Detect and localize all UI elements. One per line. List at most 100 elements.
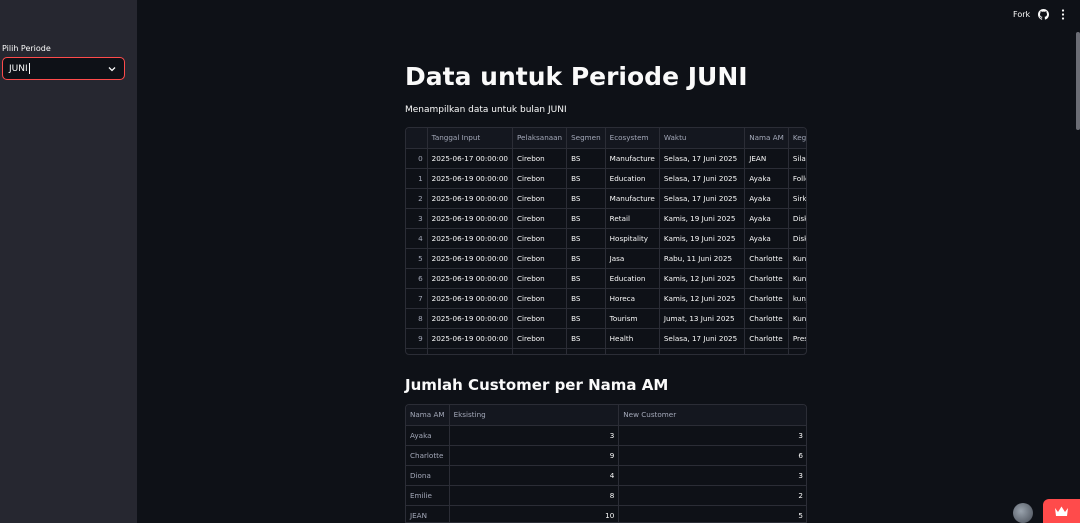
- table-cell: [406, 348, 428, 354]
- table-row[interactable]: 3 2025-06-19 00:00:00 Cirebon BS Retail Kamis…: [406, 208, 806, 229]
- chevron-down-icon: [108, 67, 116, 72]
- table-row[interactable]: 9 2025-06-19 00:00:00 Cirebon BS Health Selas…: [406, 328, 806, 349]
- table-row[interactable]: 1 2025-06-19 00:00:00 Cirebon BS Education Se…: [406, 168, 806, 189]
- count-cell: 8: [449, 485, 620, 506]
- customer-per-am-table[interactable]: Nama AM Eksisting New Customer Ayaka 3 3 Char…: [405, 404, 807, 523]
- column-header[interactable]: Ecosystem: [605, 128, 660, 149]
- table-cell: Presen: [788, 328, 806, 349]
- table-row[interactable]: Diona 4 3: [406, 465, 806, 486]
- text-cursor: [28, 63, 30, 74]
- column-header[interactable]: Tanggal Input: [427, 128, 513, 149]
- am-name-cell: JEAN: [406, 505, 450, 522]
- fork-button[interactable]: Fork: [1013, 10, 1030, 19]
- table-cell: BS: [566, 328, 606, 349]
- table-cell: Selasa, 17 Juni 2025: [659, 188, 746, 209]
- table-cell: Charlotte: [744, 328, 789, 349]
- table-header-row: Nama AM Eksisting New Customer: [406, 405, 806, 426]
- count-cell: 6: [618, 445, 806, 466]
- table-cell: Kamis, 12 Juni 2025: [659, 268, 746, 289]
- table-row[interactable]: 4 2025-06-19 00:00:00 Cirebon BS Hospitality…: [406, 228, 806, 249]
- table-cell: Manufacture: [605, 148, 660, 169]
- table-row[interactable]: 5 2025-06-19 00:00:00 Cirebon BS Jasa Rabu, 1…: [406, 248, 806, 269]
- column-header[interactable]: [406, 128, 428, 149]
- column-header[interactable]: Waktu: [659, 128, 746, 149]
- table-row[interactable]: Emilie 8 2: [406, 485, 806, 506]
- table-cell: Cirebon: [512, 148, 568, 169]
- table-cell: 2025-06-19 00:00:00: [427, 248, 513, 269]
- table-cell: Cirebon: [512, 288, 568, 309]
- column-header[interactable]: Eksisting: [449, 405, 620, 426]
- table-row[interactable]: Charlotte 9 6: [406, 445, 806, 466]
- crown-icon: [1055, 506, 1068, 516]
- table-cell: Kamis, 19 Juni 2025: [659, 208, 746, 229]
- table-cell: Horeca: [605, 288, 660, 309]
- github-icon[interactable]: [1038, 9, 1049, 20]
- table-cell: 2025-06-19 00:00:00: [427, 168, 513, 189]
- kebab-menu-icon[interactable]: [1058, 9, 1068, 20]
- table-cell: Follow: [788, 168, 806, 189]
- table-cell: Cirebon: [512, 168, 568, 189]
- row-index: 9: [406, 328, 428, 349]
- sidebar: Pilih Periode JUNI: [0, 0, 137, 523]
- table-cell: Diskusi: [788, 208, 806, 229]
- streamlit-badge[interactable]: [1043, 499, 1080, 523]
- scrollbar[interactable]: [1076, 32, 1080, 130]
- table-cell: Sirkulir: [788, 188, 806, 209]
- table-cell: Cirebon: [512, 328, 568, 349]
- table-cell: [788, 348, 806, 354]
- table-cell: Rabu, 11 Juni 2025: [659, 248, 746, 269]
- column-header[interactable]: New Customer: [618, 405, 806, 426]
- table-cell: Kunjun: [788, 308, 806, 329]
- table-cell: Cirebon: [512, 268, 568, 289]
- table-cell: Selasa, 17 Juni 2025: [659, 148, 746, 169]
- table-cell: Charlotte: [744, 288, 789, 309]
- data-table[interactable]: Tanggal Input Pelaksanaan Segmen Ecosystem W…: [405, 127, 807, 355]
- column-header[interactable]: Kegiata: [788, 128, 806, 149]
- count-cell: 3: [618, 425, 806, 446]
- column-header[interactable]: Nama AM: [406, 405, 450, 426]
- count-cell: 10: [449, 505, 620, 522]
- table-cell: BS: [566, 148, 606, 169]
- table-cell: Ayaka: [744, 208, 789, 229]
- table-cell: Selasa, 17 Juni 2025: [659, 168, 746, 189]
- table-row[interactable]: Ayaka 3 3: [406, 425, 806, 446]
- table-cell: JEAN: [744, 148, 789, 169]
- table-cell: Cirebon: [512, 208, 568, 229]
- table-header-row: Tanggal Input Pelaksanaan Segmen Ecosystem W…: [406, 128, 806, 149]
- table-cell: Charlotte: [744, 248, 789, 269]
- column-header[interactable]: Segmen: [566, 128, 606, 149]
- table-row[interactable]: 8 2025-06-19 00:00:00 Cirebon BS Tourism Juma…: [406, 308, 806, 329]
- table-cell: BS: [566, 248, 606, 269]
- count-cell: 5: [618, 505, 806, 522]
- period-select-value: JUNI: [9, 63, 28, 74]
- table-cell: Kamis, 12 Juni 2025: [659, 288, 746, 309]
- column-header[interactable]: Pelaksanaan: [512, 128, 568, 149]
- table-cell: 2025-06-19 00:00:00: [427, 188, 513, 209]
- avatar[interactable]: [1013, 503, 1033, 523]
- row-index: 2: [406, 188, 428, 209]
- column-header[interactable]: Nama AM: [744, 128, 789, 149]
- am-name-cell: Charlotte: [406, 445, 450, 466]
- table-row[interactable]: 0 2025-06-17 00:00:00 Cirebon BS Manufacture…: [406, 148, 806, 169]
- table-row[interactable]: 6 2025-06-19 00:00:00 Cirebon BS Education Ka…: [406, 268, 806, 289]
- period-select[interactable]: JUNI: [2, 57, 125, 80]
- table-cell: 2025-06-19 00:00:00: [427, 268, 513, 289]
- count-cell: 3: [618, 465, 806, 486]
- table-row[interactable]: 2 2025-06-19 00:00:00 Cirebon BS Manufacture…: [406, 188, 806, 209]
- table-cell: [427, 348, 513, 354]
- table-cell: Cirebon: [512, 308, 568, 329]
- table-cell: [605, 348, 660, 354]
- table-cell: Selasa, 17 Juni 2025: [659, 328, 746, 349]
- table-cell: Ayaka: [744, 168, 789, 189]
- table-cell: kunjun: [788, 288, 806, 309]
- table-cell: Kunjun: [788, 248, 806, 269]
- table-row[interactable]: JEAN 10 5: [406, 505, 806, 522]
- count-cell: 9: [449, 445, 620, 466]
- table-cell: BS: [566, 228, 606, 249]
- table-row[interactable]: 7 2025-06-19 00:00:00 Cirebon BS Horeca Kamis…: [406, 288, 806, 309]
- table-cell: Diskusi: [788, 228, 806, 249]
- table-row[interactable]: [406, 348, 806, 354]
- row-index: 1: [406, 168, 428, 189]
- table-cell: [744, 348, 789, 354]
- table-cell: Tourism: [605, 308, 660, 329]
